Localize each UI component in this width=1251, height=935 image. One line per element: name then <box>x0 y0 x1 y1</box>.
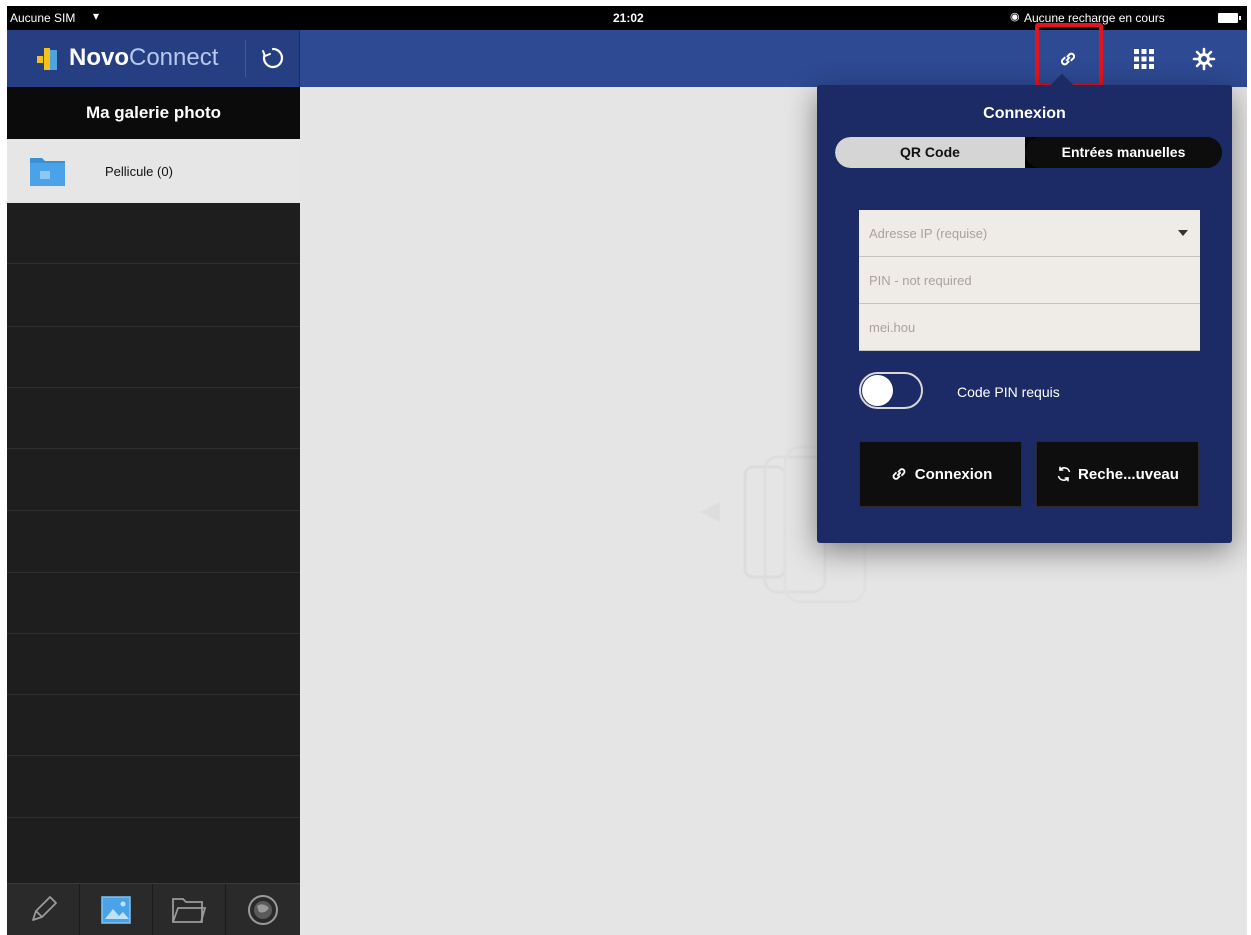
pencil-icon <box>32 896 57 921</box>
folder-photo-icon <box>29 153 67 187</box>
photo-icon <box>101 896 131 924</box>
album-item-pellicule[interactable]: Pellicule (0) <box>7 139 300 203</box>
username-value: mei.hou <box>869 320 916 335</box>
brand-area: NovoConnect <box>7 30 300 87</box>
rotation-lock-icon: ◉ <box>1010 11 1020 23</box>
list-divider <box>7 387 300 388</box>
popover-title: Connexion <box>983 105 1066 122</box>
pin-placeholder: PIN - not required <box>869 273 972 288</box>
pin-required-label: Code PIN requis <box>957 384 1060 400</box>
sync-icon[interactable] <box>261 46 285 70</box>
link-icon <box>892 468 906 480</box>
toggle-knob <box>862 375 893 406</box>
tab-annotate[interactable] <box>7 884 80 935</box>
list-divider <box>7 755 300 756</box>
globe-icon <box>247 895 278 925</box>
ipad-screen: Aucune SIM ▾ 21:02 ◉ Aucune recharge en … <box>7 6 1247 935</box>
list-divider <box>7 572 300 573</box>
refresh-icon <box>1057 466 1071 482</box>
ip-address-field[interactable]: Adresse IP (requise) <box>859 210 1200 257</box>
status-time: 21:02 <box>613 11 644 25</box>
grid-icon <box>1134 48 1154 69</box>
dropdown-caret-icon[interactable] <box>1178 230 1188 236</box>
list-divider <box>7 633 300 634</box>
username-field[interactable]: mei.hou <box>859 304 1200 351</box>
list-divider <box>7 694 300 695</box>
connection-mode-segment: QR Code Entrées manuelles <box>835 137 1222 168</box>
carrier-label: Aucune SIM <box>10 11 76 25</box>
apps-grid-button[interactable] <box>1116 30 1172 87</box>
connection-button[interactable] <box>1035 23 1103 88</box>
pin-required-toggle[interactable] <box>859 372 923 409</box>
gear-icon <box>1192 47 1216 70</box>
list-divider <box>7 326 300 327</box>
segment-qr-code[interactable]: QR Code <box>835 137 1025 168</box>
battery-icon <box>1218 13 1241 23</box>
search-again-button[interactable]: Reche...uveau <box>1036 441 1199 507</box>
segment-manual-entry[interactable]: Entrées manuelles <box>1025 137 1222 168</box>
pin-field[interactable]: PIN - not required <box>859 257 1200 304</box>
list-divider <box>7 510 300 511</box>
tab-photos[interactable] <box>80 884 153 935</box>
header-divider <box>245 40 246 77</box>
settings-button[interactable] <box>1176 30 1232 87</box>
tab-web[interactable] <box>226 884 299 935</box>
wifi-icon: ▾ <box>93 9 100 23</box>
bottom-tab-bar <box>7 883 300 935</box>
list-divider <box>7 817 300 818</box>
connection-popover: Connexion QR Code Entrées manuelles Adre… <box>817 73 1232 543</box>
connect-button-label: Connexion <box>914 465 993 483</box>
highlight-box <box>1035 23 1103 88</box>
folder-icon <box>172 898 207 923</box>
album-label: Pellicule (0) <box>105 164 173 179</box>
app-title: NovoConnect <box>69 44 219 71</box>
sidebar: Ma galerie photo Pellicule (0) <box>7 87 300 935</box>
novoconnect-logo-icon <box>37 46 59 72</box>
list-divider <box>7 448 300 449</box>
ip-address-placeholder: Adresse IP (requise) <box>869 226 988 241</box>
tab-files[interactable] <box>153 884 226 935</box>
list-divider <box>7 263 300 264</box>
sidebar-title: Ma galerie photo <box>7 87 300 139</box>
search-again-label: Reche...uveau <box>1078 465 1179 483</box>
connect-button[interactable]: Connexion <box>859 441 1022 507</box>
